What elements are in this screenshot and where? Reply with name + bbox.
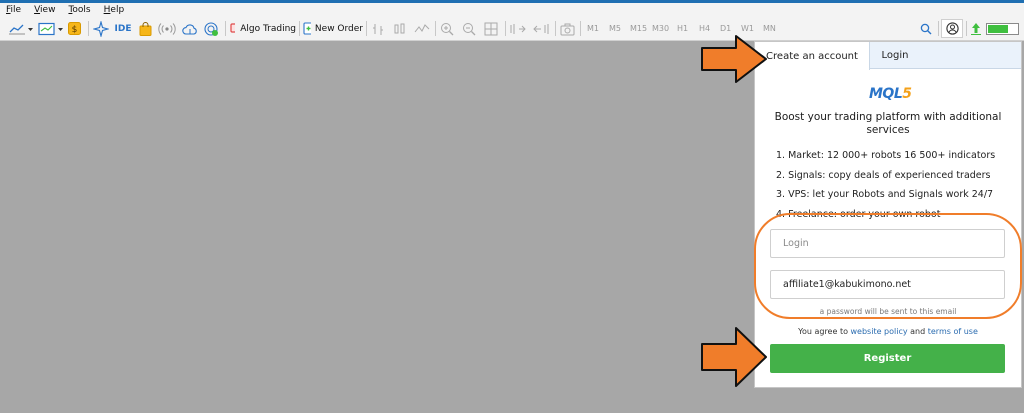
dollar-icon: $ xyxy=(68,22,81,35)
agreement-text: You agree to website policy and terms of… xyxy=(798,327,978,336)
bars-icon xyxy=(373,23,383,35)
line-button[interactable] xyxy=(414,20,430,37)
timeframe-m1[interactable]: M1 xyxy=(587,24,599,33)
new-order-icon xyxy=(303,22,311,35)
user-circle-icon xyxy=(945,22,959,35)
connection-status[interactable] xyxy=(968,20,984,37)
login-input[interactable] xyxy=(770,229,1005,258)
line-icon xyxy=(414,23,430,32)
mql5-account-panel: Create an account Login MQL5 Boost your … xyxy=(754,41,1022,388)
ide-button[interactable]: IDE xyxy=(115,20,132,37)
search-button[interactable] xyxy=(919,20,933,37)
menu-help[interactable]: Help xyxy=(104,5,125,15)
panel-headline: Boost your trading platform with additio… xyxy=(774,111,1002,136)
vps-button[interactable] xyxy=(182,20,198,37)
line-chart-icon xyxy=(9,24,33,34)
screenshot-button[interactable] xyxy=(559,20,575,37)
chart-shift-icon xyxy=(510,23,526,34)
autoscroll-button[interactable] xyxy=(532,20,550,37)
toolbar-separator xyxy=(966,21,967,36)
timeframe-mn[interactable]: MN xyxy=(763,24,776,33)
strength-bar-icon xyxy=(986,22,1019,35)
autoscroll-icon xyxy=(533,23,549,34)
sparkle-icon xyxy=(93,20,109,37)
toolbar: $ IDE Algo Trading New Order M1 M5 M15 M… xyxy=(0,16,1024,41)
candles-button[interactable] xyxy=(392,20,408,37)
timeframe-m30[interactable]: M30 xyxy=(652,24,669,33)
mql5-logo: MQL5 xyxy=(869,86,912,102)
toolbar-separator xyxy=(299,21,300,36)
annotation-arrow-icon xyxy=(701,35,767,83)
timeframe-w1[interactable]: W1 xyxy=(741,24,754,33)
tab-create-account[interactable]: Create an account xyxy=(755,42,870,70)
tile-windows-button[interactable] xyxy=(483,20,499,37)
feature-list: 1. Market: 12 000+ robots 16 500+ indica… xyxy=(776,146,1016,224)
menu-bar: File View Tools Help xyxy=(0,3,1024,16)
toolbar-separator xyxy=(366,21,367,36)
toolbar-separator xyxy=(88,21,89,36)
tab-login[interactable]: Login xyxy=(870,42,920,69)
toolbar-separator xyxy=(505,21,506,36)
toolbar-separator xyxy=(938,21,939,36)
menu-view[interactable]: View xyxy=(34,5,55,15)
signals-button[interactable] xyxy=(158,20,176,37)
cloud-icon xyxy=(182,23,197,35)
timeframe-d1[interactable]: D1 xyxy=(720,24,731,33)
camera-icon xyxy=(560,23,574,35)
list-item: 1. Market: 12 000+ robots 16 500+ indica… xyxy=(776,150,996,161)
signal-status-icon xyxy=(971,23,981,35)
search-icon xyxy=(920,23,932,34)
panel-tabs: Create an account Login xyxy=(755,42,1021,70)
chart-shift-button[interactable] xyxy=(509,20,527,37)
timeframe-m5[interactable]: M5 xyxy=(609,24,621,33)
community-button[interactable] xyxy=(203,20,219,37)
timeframe-m15[interactable]: M15 xyxy=(630,24,647,33)
register-button[interactable]: Register xyxy=(770,344,1005,373)
new-order-button[interactable]: New Order xyxy=(303,20,363,37)
globe-signal-icon xyxy=(204,21,218,36)
new-chart-button[interactable] xyxy=(38,20,64,37)
website-policy-link[interactable]: website policy xyxy=(851,327,908,336)
chart-window-icon xyxy=(38,22,63,35)
algo-trading-button[interactable]: Algo Trading xyxy=(230,20,296,37)
terms-of-use-link[interactable]: terms of use xyxy=(928,327,978,336)
zoom-in-button[interactable] xyxy=(439,20,455,37)
toolbar-separator xyxy=(435,21,436,36)
chart-type-button[interactable] xyxy=(8,20,34,37)
zoom-out-button[interactable] xyxy=(461,20,477,37)
shop-button[interactable] xyxy=(138,20,152,37)
menu-file[interactable]: File xyxy=(6,5,21,15)
stop-square-icon xyxy=(230,23,236,33)
zoom-in-icon xyxy=(441,22,454,35)
market-button[interactable]: $ xyxy=(67,20,82,37)
email-input[interactable] xyxy=(770,270,1005,299)
account-button[interactable] xyxy=(941,19,963,38)
bar-chart-button[interactable] xyxy=(370,20,386,37)
annotation-arrow-icon xyxy=(701,327,767,387)
toolbar-separator xyxy=(555,21,556,36)
grid-icon xyxy=(484,22,498,35)
zoom-out-icon xyxy=(463,22,476,35)
wizard-button[interactable] xyxy=(93,20,109,37)
shopping-bag-icon xyxy=(139,21,151,36)
broadcast-icon xyxy=(158,22,176,35)
list-item: 2. Signals: copy deals of experienced tr… xyxy=(776,169,991,181)
list-item: 4. Freelance: order your own robot xyxy=(776,208,941,220)
list-item: 3. VPS: let your Robots and Signals work… xyxy=(776,189,994,200)
timeframe-h4[interactable]: H4 xyxy=(699,24,710,33)
toolbar-separator xyxy=(580,21,581,36)
password-hint: a password will be sent to this email xyxy=(819,307,957,316)
timeframe-h1[interactable]: H1 xyxy=(677,24,688,33)
svg-text:$: $ xyxy=(72,25,78,35)
toolbar-separator xyxy=(225,21,226,36)
candlestick-icon xyxy=(394,23,405,33)
connection-strength-bar xyxy=(986,20,1019,37)
menu-tools[interactable]: Tools xyxy=(68,5,90,15)
